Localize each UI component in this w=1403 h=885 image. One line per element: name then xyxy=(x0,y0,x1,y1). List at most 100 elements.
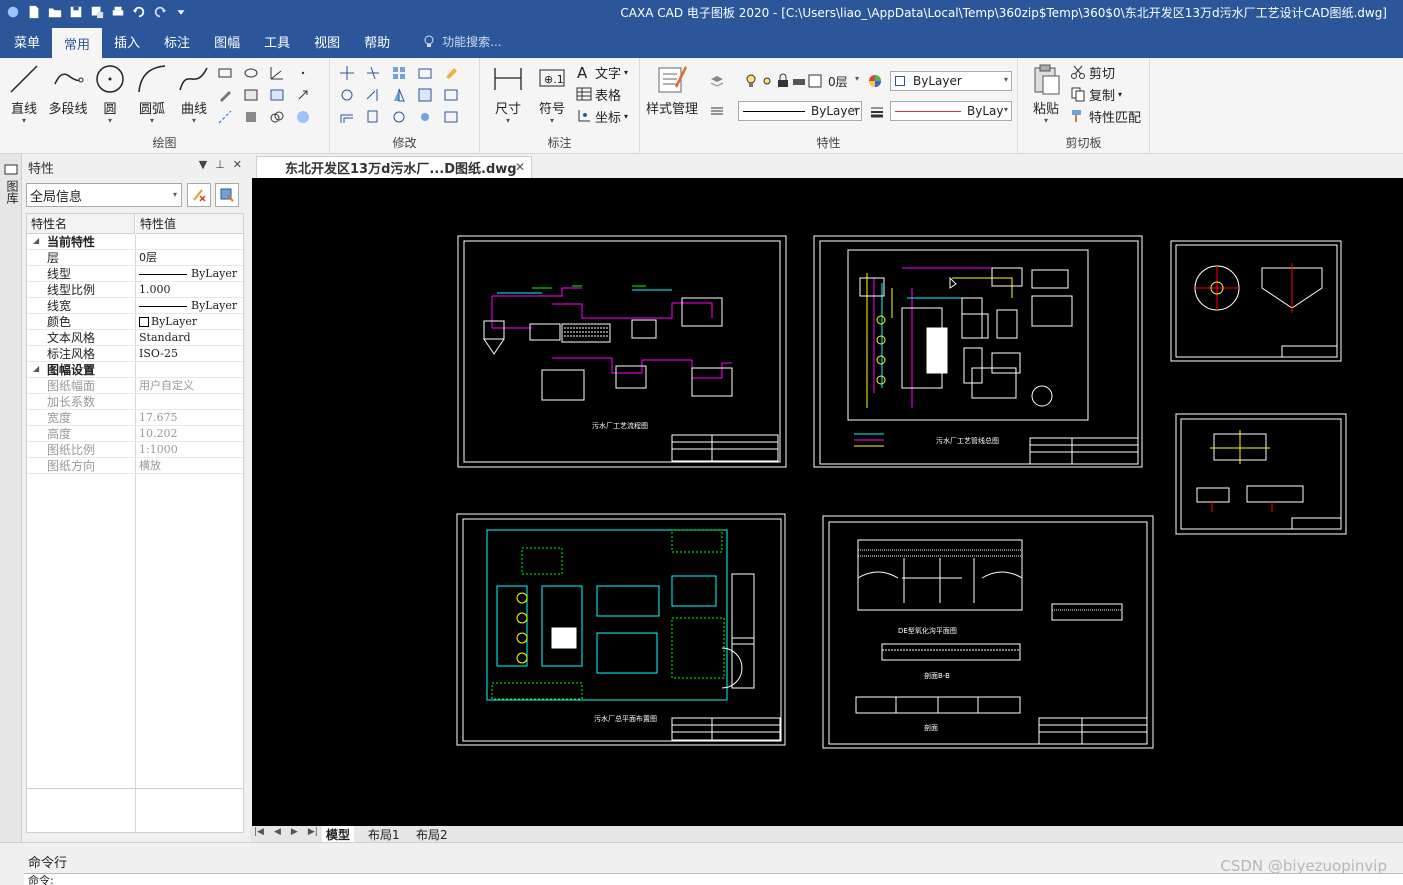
color-wheel-icon[interactable] xyxy=(864,70,886,92)
redo-icon[interactable] xyxy=(151,3,169,21)
table-button[interactable]: 表格 xyxy=(576,84,621,104)
region-icon[interactable] xyxy=(240,106,262,128)
collapse-icon[interactable]: ◢ xyxy=(33,236,39,245)
tab-insert[interactable]: 插入 xyxy=(102,24,152,58)
block-icon[interactable] xyxy=(266,84,288,106)
tab-help[interactable]: 帮助 xyxy=(352,24,402,58)
circle-button[interactable]: 圆 ▾ xyxy=(88,62,132,126)
style-manage-button[interactable]: 样式管理 xyxy=(646,62,698,126)
document-tab[interactable]: 东北开发区13万d污水厂...D图纸.dwg ✕ xyxy=(256,156,532,178)
trim-icon[interactable] xyxy=(362,62,384,84)
first-layout-icon[interactable]: |◀ xyxy=(254,827,264,837)
property-row[interactable]: 线型 ByLayer xyxy=(27,266,243,282)
ellipse-icon[interactable] xyxy=(240,62,262,84)
sheet-general-layout[interactable] xyxy=(456,513,786,746)
open-icon[interactable] xyxy=(46,3,64,21)
tab-tools[interactable]: 工具 xyxy=(252,24,302,58)
close-icon[interactable]: ✕ xyxy=(233,158,242,171)
text-button[interactable]: A 文字 ▾ xyxy=(576,62,628,82)
polyline-button[interactable]: 多段线 xyxy=(46,62,90,126)
sheet-clarifier-detail[interactable] xyxy=(1170,240,1342,362)
section-current-properties[interactable]: ◢ 当前特性 xyxy=(27,234,243,250)
collapse-icon[interactable]: ◢ xyxy=(33,364,39,373)
layout-tab-model[interactable]: 模型 xyxy=(322,826,355,842)
undo-icon[interactable] xyxy=(130,3,148,21)
cut-button[interactable]: 剪切 xyxy=(1070,62,1115,82)
rotate-icon[interactable] xyxy=(336,84,358,106)
angle-line-icon[interactable] xyxy=(266,62,288,84)
sheet-detail[interactable] xyxy=(1175,413,1347,535)
property-row[interactable]: 线型比例 1.000 xyxy=(27,282,243,298)
dimension-button[interactable]: 尺寸 ▾ xyxy=(486,62,530,126)
centerline-icon[interactable] xyxy=(214,106,236,128)
match-properties-button[interactable]: 特性匹配 xyxy=(1070,106,1141,126)
library-icon[interactable] xyxy=(4,162,18,176)
next-layout-icon[interactable]: ▶ xyxy=(291,827,298,837)
rectangle-icon[interactable] xyxy=(214,62,236,84)
extend-icon[interactable] xyxy=(362,84,384,106)
point-icon[interactable] xyxy=(292,62,314,84)
scale-icon[interactable] xyxy=(414,62,436,84)
save-as-icon[interactable] xyxy=(88,3,106,21)
explode-icon[interactable] xyxy=(414,106,436,128)
lineweight-combo[interactable]: ByLay ▾ xyxy=(890,101,1012,121)
arc-button[interactable]: 圆弧 ▾ xyxy=(130,62,174,126)
tab-home[interactable]: 常用 xyxy=(52,28,103,58)
copy-button[interactable]: 复制 ▾ xyxy=(1070,84,1122,104)
description-splitter[interactable] xyxy=(27,788,243,789)
drawing-canvas[interactable]: 污水厂工艺流程图 污水厂工艺管线总图 污水厂总平面布置图 DE型氧化沟平面图 剖… xyxy=(252,178,1403,826)
command-input[interactable]: 命令: xyxy=(24,873,1403,885)
tab-menu[interactable]: 菜单 xyxy=(2,24,52,58)
arrow-icon[interactable] xyxy=(292,84,314,106)
symbol-button[interactable]: ⊕.1 符号 ▾ xyxy=(530,62,574,126)
new-icon[interactable] xyxy=(25,3,43,21)
property-row[interactable]: 层 0层 xyxy=(27,250,243,266)
customize-icon[interactable] xyxy=(172,3,190,21)
copy-object-icon[interactable] xyxy=(362,106,384,128)
line-button[interactable]: 直线 ▾ xyxy=(2,62,46,126)
hatch-icon[interactable] xyxy=(240,84,262,106)
cloud-icon[interactable] xyxy=(266,106,288,128)
break-icon[interactable] xyxy=(440,84,462,106)
function-search[interactable]: 功能搜索... xyxy=(422,24,502,58)
property-row[interactable]: 颜色 ByLayer xyxy=(27,314,243,330)
layout-tab-1[interactable]: 布局1 xyxy=(364,826,404,842)
curve-button[interactable]: 曲线 ▾ xyxy=(172,62,216,126)
app-icon[interactable] xyxy=(4,3,22,21)
pencil-icon[interactable] xyxy=(214,84,236,106)
linetype-icon[interactable] xyxy=(706,100,728,122)
properties-scope-combo[interactable]: 全局信息 ▾ xyxy=(26,183,182,207)
layer-combo[interactable]: 0层 ▾ xyxy=(824,71,862,91)
tab-annotate[interactable]: 标注 xyxy=(152,24,202,58)
edit-icon[interactable] xyxy=(440,106,462,128)
color-combo[interactable]: ByLayer ▾ xyxy=(890,71,1012,91)
save-icon[interactable] xyxy=(67,3,85,21)
paste-button[interactable]: 粘贴 ▾ xyxy=(1024,62,1068,126)
sheet-pipeline-general[interactable] xyxy=(813,235,1143,468)
offset-icon[interactable] xyxy=(336,106,358,128)
last-layout-icon[interactable]: ▶| xyxy=(308,827,318,837)
property-row[interactable]: 标注风格 ISO-25 xyxy=(27,346,243,362)
tab-view[interactable]: 视图 xyxy=(302,24,352,58)
linetype-combo[interactable]: ByLayer ▾ xyxy=(738,101,862,121)
panel-menu-icon[interactable]: ▼ xyxy=(199,158,207,171)
mirror-icon[interactable] xyxy=(388,84,410,106)
sheet-process-flow[interactable] xyxy=(457,235,787,468)
move-icon[interactable] xyxy=(336,62,358,84)
layer-manage-icon[interactable] xyxy=(706,70,728,92)
pin-icon[interactable]: ⊥ xyxy=(215,158,225,171)
print-icon[interactable] xyxy=(109,3,127,21)
property-row[interactable]: 文本风格 Standard xyxy=(27,330,243,346)
wipeout-icon[interactable] xyxy=(292,106,314,128)
color-swatch-icon[interactable] xyxy=(804,70,826,92)
layout-tab-2[interactable]: 布局2 xyxy=(412,826,452,842)
prev-layout-icon[interactable]: ◀ xyxy=(274,827,281,837)
fillet-icon[interactable] xyxy=(388,106,410,128)
coord-button[interactable]: 坐标 ▾ xyxy=(576,106,628,126)
erase-icon[interactable] xyxy=(440,62,462,84)
property-row[interactable]: 线宽 ByLayer xyxy=(27,298,243,314)
array-icon[interactable] xyxy=(388,62,410,84)
quick-select-button[interactable] xyxy=(215,183,239,207)
tab-sheet[interactable]: 图幅 xyxy=(202,24,252,58)
section-sheet-settings[interactable]: ◢ 图幅设置 xyxy=(27,362,243,378)
